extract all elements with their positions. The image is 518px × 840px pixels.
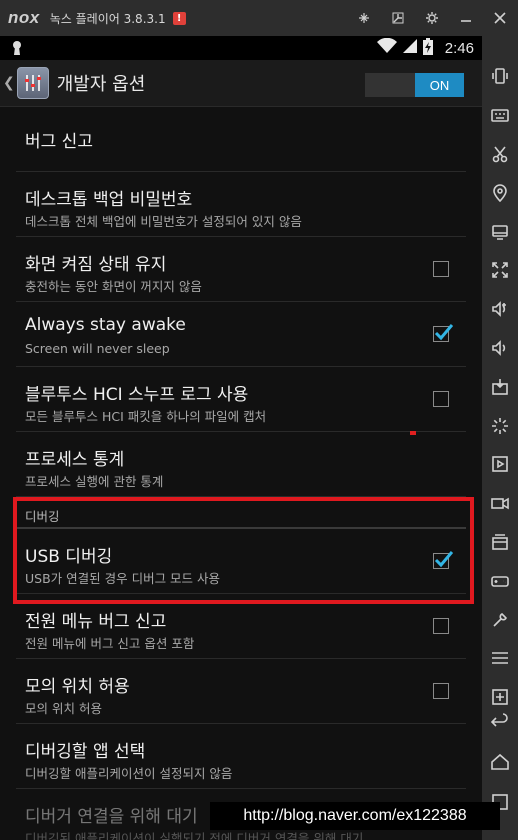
setting-summary: 데스크톱 전체 백업에 비밀번호가 설정되어 있지 않음 [25,214,302,229]
screen-icon[interactable] [488,220,512,244]
window-controls [356,0,508,36]
setting-select-debug-app[interactable]: 디버깅할 앱 선택 디버깅할 애플리케이션이 설정되지 않음 [16,724,466,789]
fullscreen-icon[interactable] [488,258,512,282]
action-bar: ❮ 개발자 옵션 ON [0,60,482,107]
setting-title: 화면 켜짐 상태 유지 [25,255,167,275]
mock-locations-checkbox[interactable] [433,683,449,699]
power-menu-bug-report-checkbox[interactable] [433,618,449,634]
battery-charging-icon [422,37,433,59]
macro-icon[interactable] [488,452,512,476]
setting-power-menu-bug-report[interactable]: 전원 메뉴 버그 신고 전원 메뉴에 버그 신고 옵션 포함 [16,594,466,659]
back-icon[interactable] [488,710,512,734]
loading-icon[interactable] [488,414,512,438]
red-marker [410,431,416,435]
setting-title: 디버거 연결을 위해 대기 [25,807,198,827]
toggle-on-label: ON [415,73,464,97]
gamepad-icon[interactable] [488,569,512,593]
section-title: 디버깅 [25,509,60,524]
page-title: 개발자 옵션 [56,74,146,95]
setting-bug-report[interactable]: 버그 신고 [16,107,466,172]
checkmark-icon [434,324,453,341]
setting-title: 모의 위치 허용 [25,677,130,697]
setting-always-stay-awake[interactable]: Always stay awake Screen will never slee… [16,302,466,367]
toggle-off-region [365,73,415,97]
setting-title: 버그 신고 [25,132,93,152]
video-record-icon[interactable] [488,491,512,515]
settings-list: 버그 신고 데스크톱 백업 비밀번호 데스크톱 전체 백업에 비밀번호가 설정되… [0,107,482,840]
setting-title: USB 디버깅 [25,547,113,567]
setting-summary: USB가 연결된 경우 디버그 모드 사용 [25,571,221,586]
setting-summary: 전원 메뉴에 버그 신고 옵션 포함 [25,636,195,651]
multi-instance-icon[interactable] [488,530,512,554]
scissors-icon[interactable] [488,142,512,166]
bluetooth-hci-checkbox[interactable] [433,391,449,407]
stay-awake-checkbox[interactable] [433,261,449,277]
clock: 2:46 [444,39,474,57]
blog-watermark: http://blog.naver.com/ex122388 [210,802,500,830]
pin-icon[interactable] [356,10,372,26]
shake-icon[interactable] [488,64,512,88]
setting-bluetooth-hci-snoop[interactable]: 블루투스 HCI 스누프 로그 사용 모든 블루투스 HCI 패킷을 하나의 파… [16,367,466,432]
setting-title: 데스크톱 백업 비밀번호 [25,190,193,210]
minimize-icon[interactable] [458,10,474,26]
alert-badge[interactable]: ! [172,11,186,25]
section-header-debugging: 디버깅 [16,497,466,529]
volume-down-icon[interactable] [488,336,512,360]
setting-process-stats[interactable]: 프로세스 통계 프로세스 실행에 관한 통계 [16,432,466,497]
emulator-sidebar [482,36,518,840]
setting-title: 프로세스 통계 [25,450,125,470]
location-icon[interactable] [488,181,512,205]
keyboard-icon[interactable] [488,103,512,127]
android-screen: 2:46 ❮ 개발자 옵션 ON 버그 신고 데스크톱 백업 비밀번호 데스크톱… [0,36,482,840]
setting-summary: 모든 블루투스 HCI 패킷을 하나의 파일에 캡처 [25,409,267,424]
keyhole-icon [10,40,24,56]
setting-title: 디버깅할 앱 선택 [25,742,146,762]
nox-logo: nox [8,8,40,27]
setting-stay-awake-charging[interactable]: 화면 켜짐 상태 유지 충전하는 동안 화면이 꺼지지 않음 [16,237,466,302]
add-icon[interactable] [488,685,512,709]
volume-up-icon[interactable] [488,297,512,321]
menu-icon[interactable] [488,646,512,670]
settings-icon[interactable] [424,10,440,26]
status-icons: 2:46 [376,36,474,60]
setting-usb-debugging[interactable]: USB 디버깅 USB가 연결된 경우 디버그 모드 사용 [16,529,466,594]
signal-icon [402,38,417,58]
back-caret-icon[interactable]: ❮ [3,75,15,91]
developer-options-app-icon[interactable] [16,67,49,99]
setting-summary: 디버깅할 애플리케이션이 설정되지 않음 [25,766,233,781]
close-icon[interactable] [492,10,508,26]
wifi-icon [376,37,397,58]
setting-summary: Screen will never sleep [25,341,170,356]
setting-title: Always stay awake [25,315,186,335]
window-title: 녹스 플레이어 3.8.3.1 [49,11,166,26]
status-bar: 2:46 [0,36,482,60]
usb-debugging-checkbox[interactable] [433,551,453,569]
apk-install-icon[interactable] [488,375,512,399]
developer-options-toggle[interactable]: ON [365,73,464,97]
checkmark-icon [434,551,453,568]
home-icon[interactable] [488,750,512,774]
tools-icon[interactable] [488,608,512,632]
restore-icon[interactable] [390,10,406,26]
setting-mock-locations[interactable]: 모의 위치 허용 모의 위치 허용 [16,659,466,724]
setting-summary: 모의 위치 허용 [25,701,102,716]
always-stay-awake-checkbox[interactable] [433,324,453,342]
setting-summary: 충전하는 동안 화면이 꺼지지 않음 [25,279,202,294]
setting-summary: 프로세스 실행에 관한 통계 [25,474,164,489]
emulator-titlebar: nox 녹스 플레이어 3.8.3.1 ! [0,0,518,36]
setting-title: 블루투스 HCI 스누프 로그 사용 [25,385,249,405]
setting-desktop-backup-password[interactable]: 데스크톱 백업 비밀번호 데스크톱 전체 백업에 비밀번호가 설정되어 있지 않… [16,172,466,237]
setting-title: 전원 메뉴 버그 신고 [25,612,167,632]
